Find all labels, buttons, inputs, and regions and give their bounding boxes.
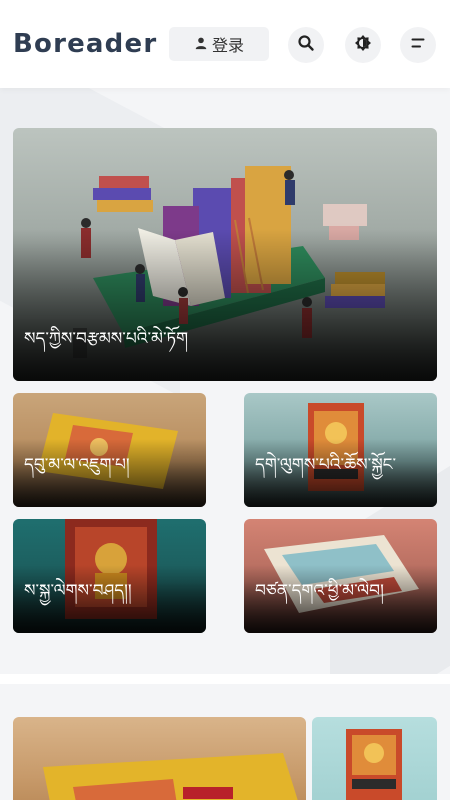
theme-toggle-button[interactable] xyxy=(345,27,381,63)
book-list-section xyxy=(0,674,450,800)
book-title: དབུ་མ་ལ་འཇུག་པ། xyxy=(24,455,130,475)
login-button[interactable]: 登录 xyxy=(169,27,269,61)
app-logo[interactable]: Boreader xyxy=(13,29,163,59)
featured-hero-card[interactable]: སད་ཀྱིས་བརྩམས་པའི་མེ་ཏོག xyxy=(13,128,437,381)
menu-icon xyxy=(409,34,427,56)
login-label: 登录 xyxy=(211,36,244,55)
theme-toggle-icon xyxy=(354,34,372,56)
book-card[interactable]: ས་སྐྱ་ལེགས་བཤད།། xyxy=(13,519,206,633)
app-header: Boreader 登录 xyxy=(0,0,450,88)
book-title: ས་སྐྱ་ལེགས་བཤད།། xyxy=(24,581,132,601)
featured-section: སད་ཀྱིས་བརྩམས་པའི་མེ་ཏོག དབུ་མ་ལ་འཇུག་པ།… xyxy=(0,88,450,674)
menu-button[interactable] xyxy=(400,27,436,63)
book-title: དགེ་ལུགས་པའི་ཆོས་སྐྱོང་ xyxy=(255,455,397,475)
book-card[interactable]: བཙན་དགའ་ཕྱི་མ་ལེབ། xyxy=(244,519,437,633)
search-button[interactable] xyxy=(288,27,324,63)
book-card[interactable] xyxy=(312,717,437,800)
book-card[interactable] xyxy=(13,717,306,800)
hero-title: སད་ཀྱིས་བརྩམས་པའི་མེ་ཏོག xyxy=(24,329,189,349)
book-cover-image xyxy=(43,753,298,800)
book-card[interactable]: དབུ་མ་ལ་འཇུག་པ། xyxy=(13,393,206,507)
user-icon xyxy=(194,35,208,54)
book-card[interactable]: དགེ་ལུགས་པའི་ཆོས་སྐྱོང་ xyxy=(244,393,437,507)
book-title: བཙན་དགའ་ཕྱི་མ་ལེབ། xyxy=(255,581,384,601)
book-cover-image xyxy=(346,729,402,800)
search-icon xyxy=(297,34,315,56)
